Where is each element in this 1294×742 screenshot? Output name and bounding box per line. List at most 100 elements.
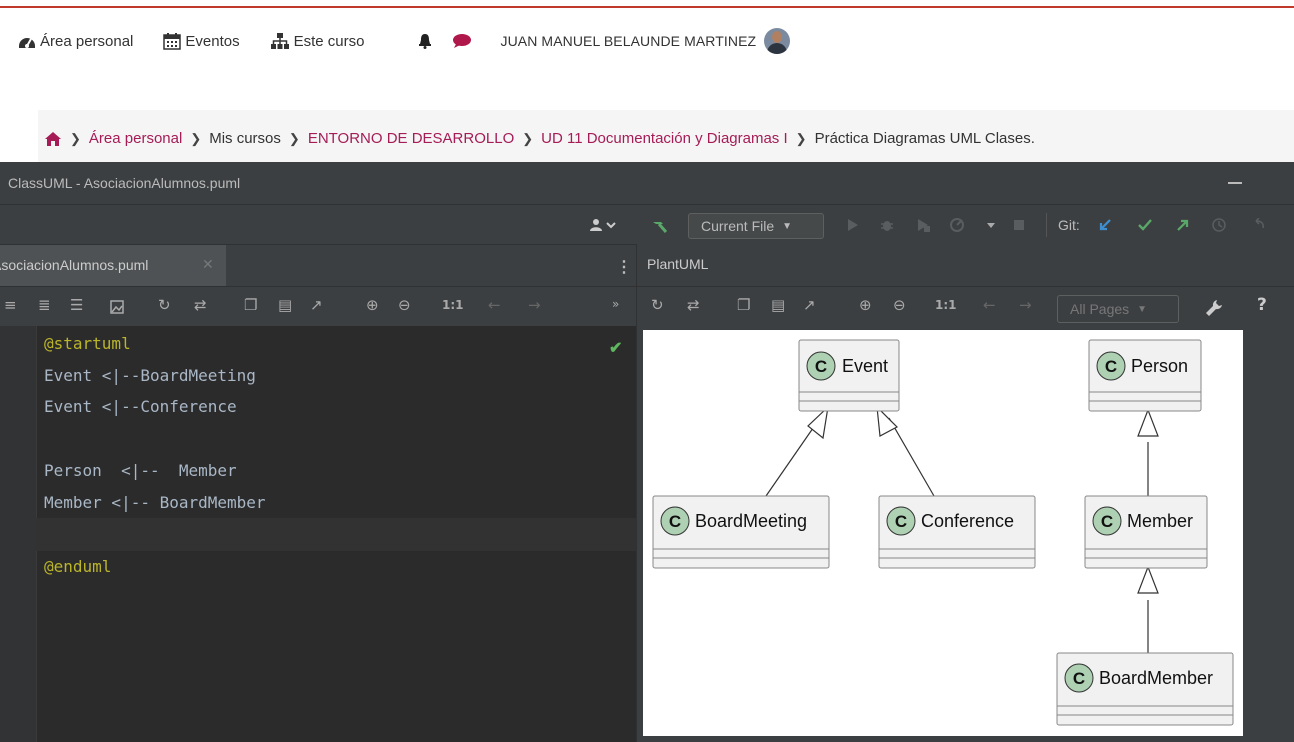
history-icon[interactable] [1212,218,1226,232]
uml-class-boardmeeting[interactable]: C BoardMeeting [652,495,830,569]
messages-button[interactable] [452,33,472,49]
ide-main-toolbar: Current File ▼ Git: [0,204,1294,245]
breadcrumb-course[interactable]: ENTORNO DE DESARROLLO [308,130,514,147]
arrow-left-icon[interactable]: ← [488,296,501,314]
class-name: Conference [921,511,1014,531]
breadcrumb-current: Práctica Diagramas UML Clases. [814,130,1035,147]
chevron-right-icon: ❯ [795,130,807,146]
zoom-in-icon[interactable]: ⊕ [859,296,872,314]
toolbar-separator [1046,213,1047,237]
nav-area-personal[interactable]: Área personal [18,33,133,50]
menu-icon[interactable]: ☰ [70,296,83,314]
external-open-icon[interactable]: ↗ [803,296,816,314]
code-line: @startuml [44,334,131,353]
uml-class-member[interactable]: C Member [1084,495,1208,569]
zoom-reset-button[interactable]: 1:1 [935,298,957,312]
zoom-in-icon[interactable]: ⊕ [366,296,379,314]
git-update-icon[interactable] [1098,218,1112,232]
chevron-right-icon: ❯ [70,130,81,146]
uml-class-event[interactable]: C Event [798,339,900,412]
chevron-down-icon: ▼ [1137,303,1148,315]
bell-icon [419,34,432,49]
zoom-out-icon[interactable]: ⊖ [893,296,906,314]
chevron-double-right-icon[interactable]: » [612,297,619,311]
zoom-reset-button[interactable]: 1:1 [442,298,464,312]
nav-este-curso-label: Este curso [293,32,365,50]
refresh-icon[interactable]: ↻ [158,296,171,314]
sitemap-icon [270,33,289,49]
run-configuration-select[interactable]: Current File ▼ [688,213,824,239]
stop-icon[interactable] [1012,218,1026,232]
chevron-down-icon: ▼ [782,220,793,232]
uml-class-diagram: C Event C Person C BoardMeeting C Confer… [643,330,1243,736]
git-push-icon[interactable] [1176,218,1190,232]
breadcrumb-unit[interactable]: UD 11 Documentación y Diagramas I [541,130,788,147]
check-icon: ✔ [609,340,623,357]
zoom-out-icon[interactable]: ⊖ [398,296,411,314]
rollback-icon[interactable] [1252,218,1266,232]
class-name: Event [842,356,888,376]
breadcrumb-area-personal[interactable]: Área personal [89,130,182,147]
help-icon[interactable]: ? [1257,295,1267,315]
breadcrumb-mis-cursos[interactable]: Mis cursos [209,130,281,147]
user-profile-icon[interactable] [590,218,618,232]
nav-area-personal-label: Área personal [40,32,134,50]
external-open-icon[interactable]: ↗ [310,296,323,314]
profile-run-icon[interactable] [950,218,964,232]
code-line: Member <|-- BoardMember [44,493,266,512]
home-icon[interactable] [44,131,62,147]
arrow-left-icon[interactable]: ← [983,296,996,314]
close-icon[interactable]: ✕ [202,256,214,273]
code-line: Event <|--Conference [44,397,237,416]
class-marker: C [1101,512,1113,531]
save-icon[interactable]: ▤ [771,296,785,314]
code-line: @enduml [44,557,112,576]
arrow-right-icon[interactable]: → [1019,296,1032,314]
plantuml-tab[interactable]: PlantUML [647,256,708,272]
sync-icon[interactable]: ⇄ [194,296,207,314]
hammer-icon[interactable] [650,218,670,234]
run-icon[interactable] [846,218,860,232]
uml-class-person[interactable]: C Person [1088,339,1202,412]
minimize-button[interactable] [1228,182,1242,184]
more-options-icon[interactable]: ⋮ [616,257,632,277]
save-icon[interactable]: ▤ [278,296,292,314]
inheritance-arrowhead [1137,565,1159,594]
class-marker: C [669,512,681,531]
uml-class-boardmember[interactable]: C BoardMember [1056,652,1234,726]
wrench-icon[interactable] [1205,299,1223,317]
editor-toolbar: ≡ ≣ ☰ ↻ ⇄ ❐ ▤ ↗ ⊕ ⊖ 1:1 ← → » [0,286,636,327]
code-line: Event <|--BoardMeeting [44,366,256,385]
git-commit-icon[interactable] [1138,218,1152,232]
arrow-right-icon[interactable]: → [528,296,541,314]
uml-class-conference[interactable]: C Conference [878,495,1036,569]
copy-icon[interactable]: ❐ [737,296,750,314]
code-editor[interactable]: ✔ @startuml Event <|--BoardMeeting Event… [0,326,636,742]
image-icon[interactable] [110,300,124,314]
align-left-icon[interactable]: ≡ [4,296,17,314]
editor-tab[interactable]: AsociacionAlumnos.puml ✕ [0,245,226,287]
ide-title-bar: ClassUML - AsociacionAlumnos.puml [0,162,1294,204]
nav-este-curso[interactable]: Este curso [270,32,365,50]
class-name: BoardMeeting [695,511,807,531]
more-run-options-icon[interactable] [986,218,996,232]
nav-eventos[interactable]: Eventos [163,32,240,50]
chevron-right-icon: ❯ [190,130,202,146]
refresh-icon[interactable]: ↻ [651,296,664,314]
align-list-icon[interactable]: ≣ [38,296,51,314]
avatar[interactable] [764,28,791,54]
sync-icon[interactable]: ⇄ [687,296,700,314]
dashboard-icon [19,38,35,48]
calendar-icon [163,33,182,50]
user-name[interactable]: JUAN MANUEL BELAUNDE MARTINEZ [500,33,756,49]
chat-bubble-icon [453,34,472,48]
breadcrumb: ❯ Área personal ❯ Mis cursos ❯ ENTORNO D… [44,130,1035,147]
inheritance-line [888,417,935,497]
notifications-button[interactable] [418,33,432,49]
copy-icon[interactable]: ❐ [244,296,257,314]
pages-select[interactable]: All Pages ▼ [1057,295,1179,323]
coverage-icon[interactable] [916,218,930,232]
debug-icon[interactable] [880,218,894,232]
class-name: Person [1131,356,1188,376]
class-marker: C [1105,357,1117,376]
